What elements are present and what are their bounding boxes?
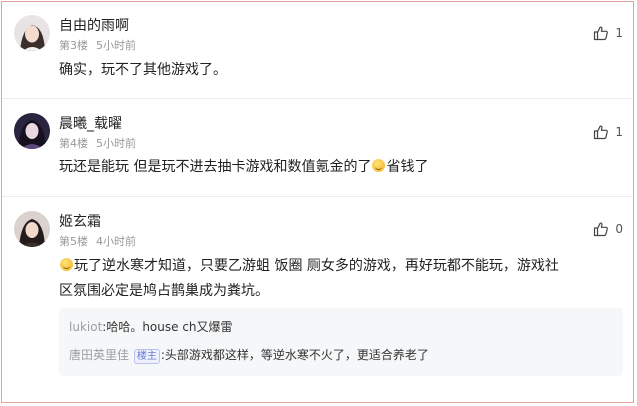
like-button[interactable]: 0: [593, 221, 623, 237]
reply-text: 哈哈。house ch又爆雷: [106, 320, 233, 334]
like-button[interactable]: 1: [593, 25, 623, 41]
thumbs-up-icon: [594, 26, 609, 41]
divider: [2, 196, 633, 197]
smile-emoji-icon: [60, 258, 73, 271]
thumbs-up-icon: [594, 222, 609, 237]
reply-text: 头部游戏都这样，等逆水寒不火了，更适合养老了: [164, 348, 429, 362]
timestamp: 4小时前: [96, 235, 136, 248]
comment-text-line: 区氛围必定是鸠占鹊巢成为粪坑。: [59, 283, 269, 299]
avatar[interactable]: [14, 113, 50, 149]
divider: [2, 98, 633, 99]
comment-text: 玩了逆水寒才知道，只要乙游蛆 饭圈 厕女多的游戏，再好玩都不能玩，游戏社 区氛围…: [59, 254, 619, 304]
username[interactable]: 姬玄霜: [59, 211, 101, 231]
timestamp: 5小时前: [96, 137, 136, 150]
reply-list: lukiot:哈哈。house ch又爆雷 唐田英里佳 楼主:头部游戏都这样，等…: [59, 308, 623, 376]
comment-text: 确实，玩不了其他游戏了。: [59, 62, 227, 78]
username[interactable]: 晨曦_载曜: [59, 113, 122, 133]
op-badge: 楼主: [133, 349, 160, 364]
like-count: 1: [615, 125, 623, 139]
reply-username[interactable]: lukiot: [69, 320, 102, 334]
avatar[interactable]: [14, 211, 50, 247]
like-count: 1: [615, 26, 623, 40]
comment-meta: 第4楼 5小时前: [59, 135, 136, 151]
reply-item[interactable]: 唐田英里佳 楼主:头部游戏都这样，等逆水寒不火了，更适合养老了: [69, 346, 429, 364]
like-button[interactable]: 1: [593, 124, 623, 140]
thumbs-up-icon: [594, 125, 609, 140]
comment-text-line: 玩了逆水寒才知道，只要乙游蛆 饭圈 厕女多的游戏，再好玩都不能玩，游戏社: [74, 258, 559, 274]
reply-username[interactable]: 唐田英里佳: [69, 348, 129, 362]
comment-meta: 第3楼 5小时前: [59, 37, 136, 53]
floor-number: 第4楼: [59, 137, 88, 150]
comment-text: 玩还是能玩 但是玩不进去抽卡游戏和数值氪金的了 省钱了: [59, 155, 619, 180]
like-count: 0: [615, 222, 623, 236]
comment-list: 自由的雨啊 第3楼 5小时前 1 确实，玩不了其他游戏了。 晨曦_载曜 第4楼 5小…: [1, 1, 634, 403]
comment-text-part: 省钱了: [386, 159, 429, 175]
floor-number: 第5楼: [59, 235, 88, 248]
timestamp: 5小时前: [96, 39, 136, 52]
comment-text-part: 玩还是能玩 但是玩不进去抽卡游戏和数值氪金的了: [59, 159, 372, 175]
floor-number: 第3楼: [59, 39, 88, 52]
comment-meta: 第5楼 4小时前: [59, 233, 136, 249]
smile-emoji-icon: [372, 159, 386, 172]
username[interactable]: 自由的雨啊: [59, 15, 129, 35]
avatar[interactable]: [14, 15, 50, 51]
reply-item[interactable]: lukiot:哈哈。house ch又爆雷: [69, 318, 233, 335]
